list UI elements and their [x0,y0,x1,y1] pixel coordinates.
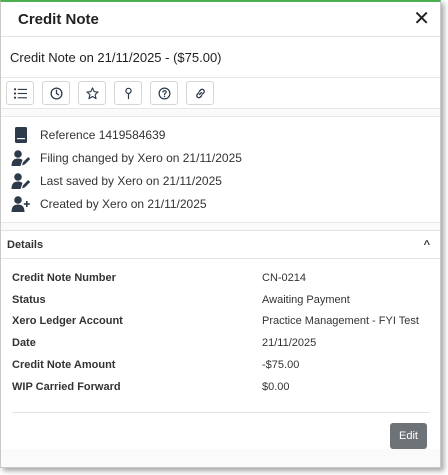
activity-text: Reference 1419584639 [40,127,166,142]
details-section: Details ^ Credit Note Number CN-0214 Sta… [1,230,440,449]
detail-value: -$75.00 [262,359,300,372]
link-button[interactable] [186,81,214,105]
detail-value: CN-0214 [262,271,307,284]
pin-icon [124,87,132,99]
list-button[interactable] [6,81,34,105]
user-add-icon [10,195,32,213]
activity-text: Last saved by Xero on 21/11/2025 [40,173,222,188]
activity-text: Created by Xero on 21/11/2025 [40,196,207,211]
pin-button[interactable] [114,81,142,105]
activity-item: Created by Xero on 21/11/2025 [10,192,440,215]
detail-label: Status [12,293,46,306]
detail-label: Credit Note Number [12,271,116,284]
chevron-up-icon[interactable]: ^ [424,239,430,251]
credit-note-panel: Credit Note ✕ Credit Note on 21/11/2025 … [0,0,441,468]
detail-label: WIP Carried Forward [12,380,121,393]
detail-label: Xero Ledger Account [12,315,123,328]
document-icon [10,126,32,144]
activity-text: Filing changed by Xero on 21/11/2025 [40,150,242,165]
user-edit-icon [10,149,32,167]
star-icon [85,86,99,99]
help-button[interactable] [150,81,178,105]
activity-list: Reference 1419584639 Filing changed by X… [1,116,440,223]
toolbar [1,78,440,109]
detail-row: Status Awaiting Payment [12,289,440,311]
detail-row: Xero Ledger Account Practice Management … [12,311,440,333]
details-header[interactable]: Details ^ [1,231,440,259]
detail-value: Practice Management - FYI Test [262,315,419,328]
help-icon [158,87,170,99]
user-edit-icon [10,172,32,190]
detail-label: Date [12,337,36,350]
activity-item: Filing changed by Xero on 21/11/2025 [10,146,440,169]
list-icon [13,87,27,99]
detail-row: Credit Note Number CN-0214 [12,267,440,289]
clock-icon [49,86,63,100]
detail-value: Awaiting Payment [262,293,350,306]
history-button[interactable] [42,81,70,105]
detail-value: 21/11/2025 [262,337,317,350]
favourite-button[interactable] [78,81,106,105]
detail-row: Credit Note Amount -$75.00 [12,354,440,376]
details-title: Details [7,238,44,251]
close-icon[interactable]: ✕ [413,9,430,29]
detail-row: WIP Carried Forward $0.00 [12,376,440,398]
detail-value: $0.00 [262,380,290,393]
link-icon [195,88,205,98]
activity-item: Last saved by Xero on 21/11/2025 [10,169,440,192]
details-table: Credit Note Number CN-0214 Status Awaiti… [1,259,440,398]
panel-title: Credit Note [18,10,99,28]
detail-label: Credit Note Amount [12,359,116,372]
credit-note-subtitle: Credit Note on 21/11/2025 - ($75.00) [1,37,440,78]
activity-item: Reference 1419584639 [10,123,440,146]
panel-header: Credit Note ✕ [1,2,440,37]
edit-button[interactable]: Edit [390,422,427,449]
detail-row: Date 21/11/2025 [12,332,440,354]
details-footer: Edit [1,413,440,449]
